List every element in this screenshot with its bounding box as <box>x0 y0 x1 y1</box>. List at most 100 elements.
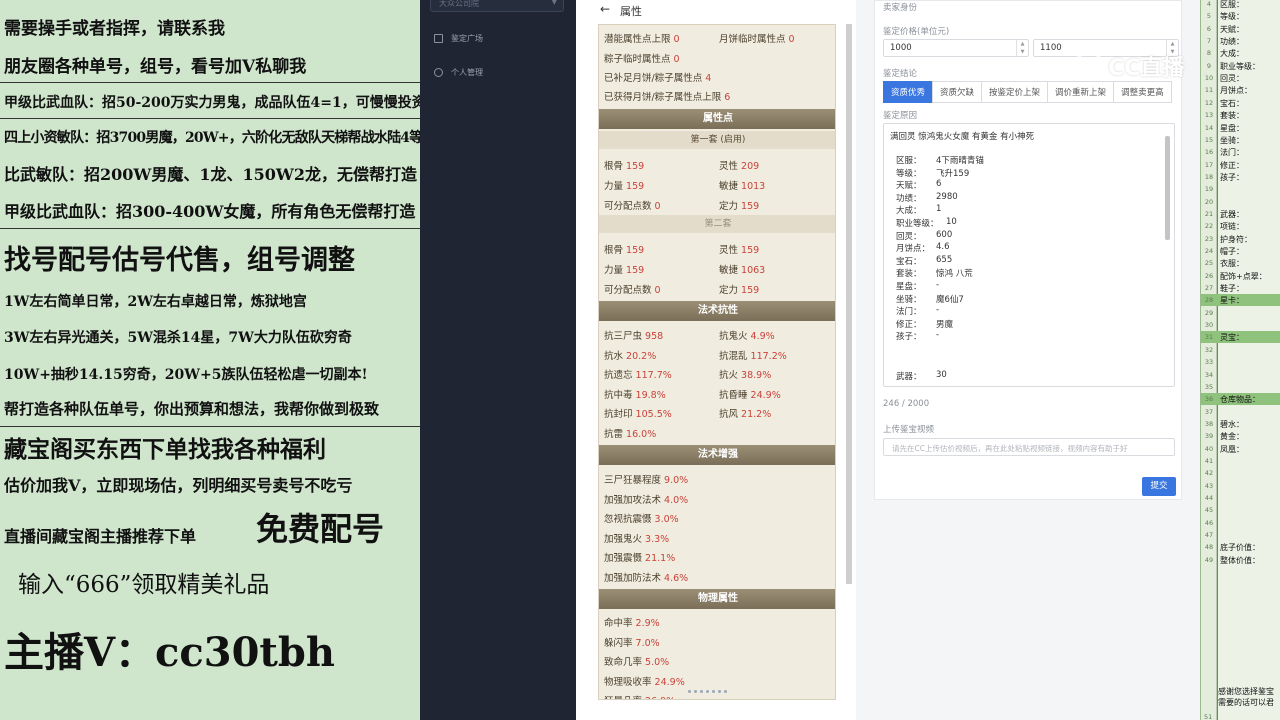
table-row[interactable]: 23 护身符： <box>1201 233 1280 245</box>
reason-value: 30 <box>936 370 947 380</box>
row-number: 31 <box>1204 333 1214 342</box>
reason-textarea[interactable]: 满回灵 惊鸿鬼火女魔 有黄金 有小神死 区服： 4下雨晴青锚 等级： 飞升159 天赋：… <box>883 123 1175 387</box>
stat-row: 力量 159 <box>604 265 645 276</box>
cell: 区服： <box>1220 0 1244 9</box>
reason-key: 星盘： <box>896 282 922 292</box>
table-row[interactable]: 10 回灵： <box>1201 72 1280 84</box>
conclusion-button-lacking[interactable]: 资质欠缺 <box>932 81 983 103</box>
table-row[interactable]: 43 <box>1201 480 1280 492</box>
table-row[interactable]: 6 天赋： <box>1201 23 1280 35</box>
reason-value: 飞升159 <box>936 168 970 179</box>
table-row[interactable]: 9 职业等级： <box>1201 60 1280 72</box>
submit-button[interactable]: 提交 <box>1142 477 1176 496</box>
table-row[interactable]: 17 修正： <box>1201 159 1280 171</box>
table-row[interactable]: 5 等级： <box>1201 10 1280 22</box>
table-row[interactable]: 15 坐骑： <box>1201 134 1280 146</box>
table-row[interactable]: 8 大成： <box>1201 47 1280 59</box>
table-row[interactable]: 49 整体价值： <box>1201 554 1280 566</box>
table-row[interactable]: 25 衣服： <box>1201 257 1280 269</box>
table-row[interactable]: 45 <box>1201 504 1280 516</box>
reason-value: 1 <box>936 204 942 215</box>
reason-value: 10 <box>946 217 957 227</box>
table-row[interactable]: 37 <box>1201 406 1280 418</box>
table-row[interactable]: 28 星卡： <box>1201 294 1280 307</box>
table-row[interactable]: 33 <box>1201 356 1280 368</box>
table-row[interactable]: 7 功绩： <box>1201 35 1280 47</box>
stat-row: 加强鬼火 3.3% <box>604 533 670 545</box>
org-select[interactable]: 大众公司院 ▼ <box>430 0 564 12</box>
table-row[interactable]: 11 月饼点： <box>1201 84 1280 96</box>
sidebar-item-label: 鉴定广场 <box>451 34 483 43</box>
table-row[interactable]: 19 <box>1201 183 1280 195</box>
table-row[interactable]: 48 底子价值： <box>1201 541 1280 553</box>
table-row[interactable]: 32 <box>1201 344 1280 356</box>
table-row[interactable]: 39 黄金： <box>1201 430 1280 442</box>
table-row[interactable]: 36 仓库物品： <box>1201 393 1280 406</box>
conclusion-button-excellent[interactable]: 资质优秀 <box>883 81 934 103</box>
table-row[interactable]: 46 <box>1201 517 1280 529</box>
table-row[interactable]: 42 <box>1201 467 1280 479</box>
row-number: 15 <box>1204 135 1214 144</box>
cell: 职业等级： <box>1220 61 1260 71</box>
row-number: 5 <box>1206 12 1212 21</box>
table-row[interactable]: 35 <box>1201 381 1280 393</box>
cell: 等级： <box>1220 12 1244 22</box>
sheet-note: 感谢您选择鉴宝 需要的话可以君 <box>1218 687 1274 707</box>
conclusion-button-sell-higher[interactable]: 调整卖更高 <box>1113 81 1172 103</box>
table-row[interactable]: 31 灵宝： <box>1201 331 1280 344</box>
table-row[interactable]: 14 星盘： <box>1201 122 1280 134</box>
ad-line: 藏宝阁买东西下单找我各种福利 <box>4 436 326 463</box>
table-row[interactable]: 20 <box>1201 196 1280 208</box>
table-row[interactable]: 12 宝石： <box>1201 97 1280 109</box>
table-row[interactable]: 27 鞋子： <box>1201 282 1280 294</box>
cell: 凤凰： <box>1220 444 1244 454</box>
cell: 项链： <box>1220 222 1244 232</box>
sidebar-item-personal[interactable]: 个人管理 <box>434 67 483 78</box>
table-row[interactable]: 26 配饰+点翠： <box>1201 270 1280 282</box>
stat-row: 加强震慑 21.1% <box>604 553 676 564</box>
row-number: 7 <box>1206 37 1212 46</box>
ad-line: 估价加我V，立即现场估，列明细买号卖号不吃亏 <box>4 476 353 495</box>
conclusion-button-reprice[interactable]: 调价重新上架 <box>1047 81 1115 103</box>
row-number: 4 <box>1206 0 1212 8</box>
table-row[interactable]: 38 碧水： <box>1201 418 1280 430</box>
table-row[interactable]: 30 <box>1201 319 1280 331</box>
conclusion-button-list-at-price[interactable]: 按鉴定价上架 <box>981 81 1049 103</box>
arrow-left-icon[interactable]: ← <box>600 2 610 16</box>
stat-row: 已补足月饼/粽子属性点 4 <box>604 73 712 84</box>
table-row[interactable]: 21 武器： <box>1201 208 1280 220</box>
table-row[interactable]: 18 孩子： <box>1201 171 1280 183</box>
sidebar-item-appraisal-square[interactable]: 鉴定广场 <box>434 33 483 44</box>
conclusion-buttons: 资质优秀 资质欠缺 按鉴定价上架 调价重新上架 调整卖更高 <box>883 81 1172 103</box>
stat-row: 灵性 159 <box>719 245 760 256</box>
stepper[interactable]: ▲ ▼ <box>1016 40 1028 56</box>
table-row[interactable]: 24 帽子： <box>1201 245 1280 257</box>
table-row[interactable]: 41 <box>1201 455 1280 467</box>
table-row[interactable]: 13 套装： <box>1201 109 1280 121</box>
price-min-input[interactable]: 1000 ▲ ▼ <box>883 39 1029 57</box>
table-row[interactable]: 16 法门： <box>1201 146 1280 158</box>
stat-row: 抗雷 16.0% <box>604 428 657 440</box>
ad-line: 帮打造各种队伍单号，你出预算和想法，我帮你做到极致 <box>4 400 380 418</box>
row-number: 44 <box>1204 494 1214 502</box>
stat-row: 抗封印 105.5% <box>604 409 672 420</box>
row-number: 25 <box>1204 259 1214 268</box>
table-row[interactable]: 44 <box>1201 492 1280 504</box>
reason-value: 6 <box>936 179 942 190</box>
table-row[interactable]: 40 凤凰： <box>1201 443 1280 455</box>
video-link-input[interactable]: 请先在CC上传估价视频后，再在此处粘贴视频链接，视频内容有助于好 <box>883 438 1175 456</box>
table-row[interactable]: 4 区服： <box>1201 0 1280 10</box>
table-row[interactable]: 47 <box>1201 529 1280 541</box>
scrollbar[interactable] <box>1165 134 1170 384</box>
watermark-text: CC直播 <box>1108 56 1185 81</box>
table-row[interactable]: 34 <box>1201 369 1280 381</box>
table-row[interactable]: 22 项链： <box>1201 220 1280 232</box>
scrollbar[interactable] <box>846 24 852 584</box>
cell: 碧水： <box>1220 419 1244 429</box>
stat-row: 物理吸收率 24.9% <box>604 676 685 688</box>
cell: 底子价值： <box>1220 543 1260 553</box>
seller-label: 卖家身份 <box>883 3 918 13</box>
row-number: 49 <box>1204 555 1214 564</box>
table-row[interactable]: 29 <box>1201 307 1280 319</box>
ad-line: 找号配号估号代售，组号调整 <box>4 245 355 276</box>
